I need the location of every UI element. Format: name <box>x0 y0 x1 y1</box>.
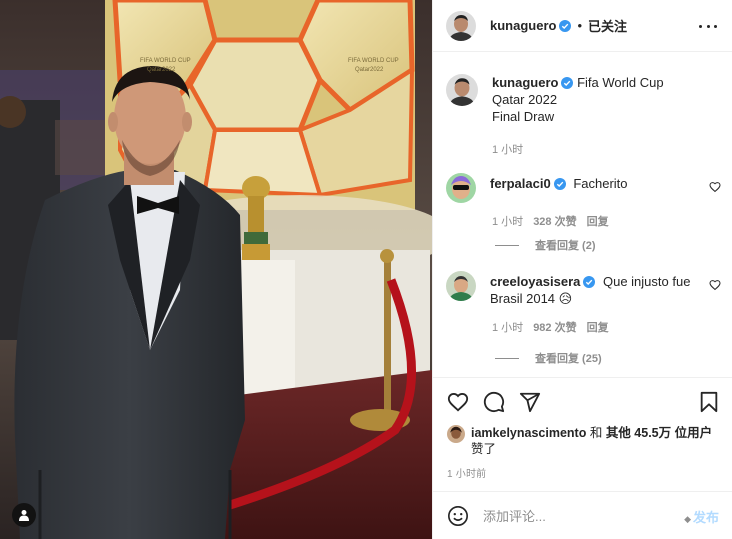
verified-badge-icon <box>559 19 572 32</box>
post-arrow-icon: ◆ <box>684 514 691 524</box>
post-image: FIFA WORLD CUP Qatar2022 FIFA WORLD CUP … <box>0 0 432 539</box>
save-bookmark-icon[interactable] <box>699 391 719 413</box>
comment-text: Facherito <box>573 176 628 191</box>
share-send-icon[interactable] <box>519 391 541 413</box>
comment-time: 1 小时 <box>492 216 524 228</box>
replies-divider <box>495 244 519 246</box>
emoji-icon[interactable] <box>447 505 469 527</box>
likes-others-count[interactable]: 其他 45.5万 位用户 <box>606 426 712 440</box>
comment-meta: 1 小时 982 次赞 回复 <box>492 319 732 335</box>
caption-username[interactable]: kunaguero <box>492 75 558 90</box>
likes-summary: iamkelynascimento 和 其他 45.5万 位用户 赞了 <box>447 425 727 457</box>
more-options-icon[interactable] <box>699 18 717 34</box>
comment-like-heart-icon[interactable] <box>709 279 721 291</box>
comment-bubble-icon[interactable] <box>483 391 505 413</box>
liker-avatar[interactable] <box>447 425 465 443</box>
separator-dot: • <box>577 18 583 33</box>
author-avatar[interactable] <box>446 10 476 41</box>
commenter-avatar[interactable] <box>446 271 476 301</box>
view-replies-label: 查看回复 (2) <box>535 240 596 252</box>
likes-suffix: 赞了 <box>471 442 497 456</box>
post-details-panel: kunaguero • 已关注 kunaguero Fifa World Cup… <box>432 0 732 539</box>
caption-author-avatar[interactable] <box>446 74 478 106</box>
post-timestamp[interactable]: 1 小时前 <box>447 465 486 480</box>
likes-conjunction: 和 <box>589 426 603 440</box>
comment-input[interactable]: 添加评论... <box>483 506 546 525</box>
post-comment-button[interactable]: ◆ 发布 <box>684 507 719 526</box>
caption-timestamp: 1 小时 <box>492 144 524 156</box>
author-username[interactable]: kunaguero <box>490 18 556 33</box>
comment-time: 1 小时 <box>492 322 524 334</box>
user-tag-button[interactable] <box>12 503 36 527</box>
post-caption: kunaguero Fifa World Cup Qatar 2022 Fina… <box>446 74 726 157</box>
person-icon <box>19 510 29 521</box>
photo-tag-right: FIFA WORLD CUP <box>348 58 399 64</box>
post-comment-label: 发布 <box>692 510 719 525</box>
view-replies-link[interactable]: 查看回复 (25) <box>495 350 602 366</box>
comment-likes[interactable]: 982 次赞 <box>533 319 576 335</box>
comment-meta: 1 小时 328 次赞 回复 <box>492 213 732 229</box>
comment-likes[interactable]: 328 次赞 <box>533 213 576 229</box>
like-heart-icon[interactable] <box>447 391 469 413</box>
photo-tag-right-sub: Qatar2022 <box>355 67 384 73</box>
liker-username[interactable]: iamkelynascimento <box>471 426 586 440</box>
view-replies-link[interactable]: 查看回复 (2) <box>495 237 596 253</box>
photo-tag-left: FIFA WORLD CUP <box>140 58 191 64</box>
view-replies-label: 查看回复 (25) <box>535 353 602 365</box>
verified-badge-icon <box>561 77 574 89</box>
commenter-username[interactable]: creeloyasisera <box>490 274 580 289</box>
post-photo[interactable]: FIFA WORLD CUP Qatar2022 FIFA WORLD CUP … <box>0 0 432 539</box>
comment-composer: 添加评论... ◆ 发布 <box>433 491 732 539</box>
commenter-username[interactable]: ferpalaci0 <box>490 176 551 191</box>
commenter-avatar[interactable] <box>446 173 476 203</box>
photo-tag-left-sub: Qatar2022 <box>147 67 176 73</box>
comment-like-heart-icon[interactable] <box>709 181 721 193</box>
reply-button[interactable]: 回复 <box>587 319 609 335</box>
comment-item: ferpalaci0 Facherito 1 小时 328 次赞 回复 <box>446 173 732 245</box>
replies-divider <box>495 357 519 359</box>
verified-badge-icon <box>553 178 566 190</box>
post-actions <box>433 377 732 425</box>
verified-badge-icon <box>583 276 596 288</box>
reply-button[interactable]: 回复 <box>587 213 609 229</box>
following-button[interactable]: 已关注 <box>588 16 627 35</box>
comment-item: creeloyasisera Que injusto fue Brasil 20… <box>446 271 732 343</box>
post-header: kunaguero • 已关注 <box>433 0 732 52</box>
